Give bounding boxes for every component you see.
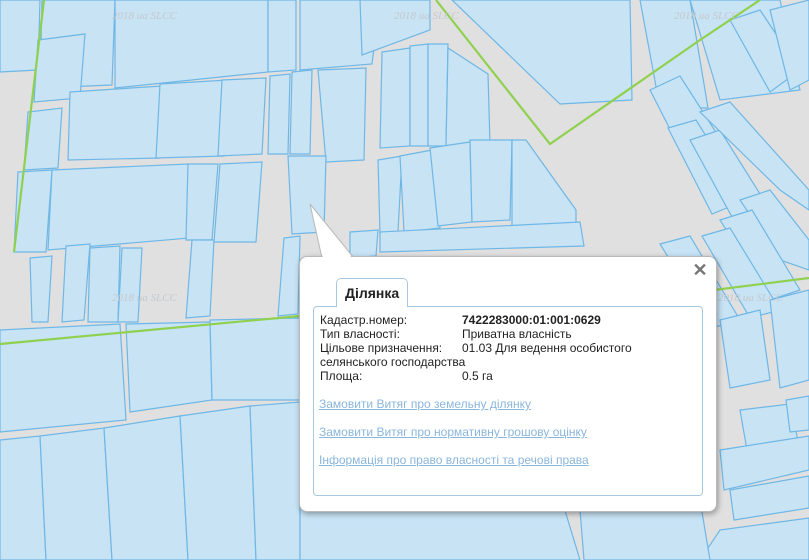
cadastral-number-label: Кадастр.номер: [320,313,408,327]
order-valuation-extract-link[interactable]: Замовити Витяг про нормативну грошову оц… [319,425,587,439]
ownership-type-value: Приватна власність [462,327,572,341]
purpose-label: Цільове призначення: [320,341,443,355]
watermark-text: 2018 ua SLCC [112,292,177,304]
watermark-text: 2018 ua SLCC [394,10,459,22]
ownership-rights-info-link[interactable]: Інформація про право власності та речові… [319,453,589,467]
purpose-value: 01.03 Для ведення особистого [462,341,632,355]
watermark-text: 2018 ua SLCC [112,10,177,22]
area-value: 0.5 га [462,369,493,383]
ownership-type-label: Тип власності: [320,327,400,341]
cadastral-number-value: 7422283000:01:001:0629 [462,313,601,327]
order-parcel-extract-link[interactable]: Замовити Витяг про земельну ділянку [319,397,531,411]
tab-parcel[interactable]: Ділянка [336,278,409,307]
area-label: Площа: [320,369,363,383]
purpose-value-continued: селянського господарства [320,355,466,369]
watermark-text: 2018 ua SLCC [718,292,783,304]
watermark-text: 2018 ua SLCC [674,10,739,22]
close-icon[interactable]: ✕ [692,261,708,279]
